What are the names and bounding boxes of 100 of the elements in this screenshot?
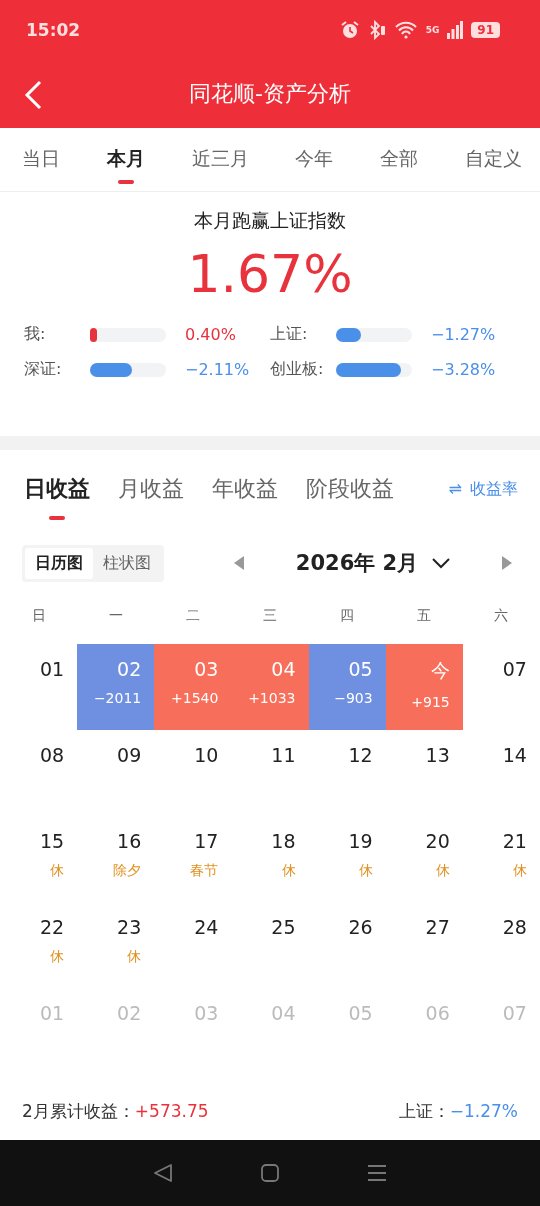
next-icon[interactable] bbox=[502, 556, 512, 570]
income-tab[interactable]: 月收益 bbox=[118, 474, 184, 520]
day-number: 07 bbox=[502, 1002, 527, 1024]
index-reading: 0.40% bbox=[185, 325, 237, 344]
day-number: 15 bbox=[39, 830, 65, 852]
calendar-day[interactable]: 18 休 bbox=[231, 816, 309, 902]
income-tab[interactable]: 日收益 bbox=[24, 474, 90, 520]
index-reading: −3.28% bbox=[431, 360, 497, 379]
view-option[interactable]: 日历图 bbox=[25, 547, 93, 579]
day-number: 08 bbox=[39, 744, 65, 766]
day-amount: −903 bbox=[334, 690, 373, 706]
calendar-day[interactable]: 19 休 bbox=[308, 816, 386, 902]
calendar-day[interactable]: 23 休 bbox=[77, 902, 155, 988]
signal-icon bbox=[447, 21, 464, 39]
weekday-label: 四 bbox=[339, 606, 356, 625]
index-reading: −2.11% bbox=[185, 360, 251, 379]
calendar-day[interactable]: 09 bbox=[77, 730, 155, 816]
calendar-day[interactable]: 25 bbox=[231, 902, 309, 988]
summary-value: 1.67% bbox=[187, 244, 353, 304]
calendar-day[interactable]: 20 休 bbox=[385, 816, 463, 902]
holiday-note: 休 bbox=[50, 862, 65, 880]
page-title: 同花顺-资产分析 bbox=[189, 80, 351, 108]
day-number: 04 bbox=[271, 1002, 296, 1024]
calendar-day[interactable]: 24 bbox=[154, 902, 232, 988]
calendar-day[interactable]: 22 休 bbox=[0, 902, 78, 988]
day-number: 09 bbox=[117, 744, 142, 766]
period-tab[interactable]: 今年 bbox=[295, 128, 334, 191]
home-icon[interactable] bbox=[260, 1163, 280, 1183]
total-label: 2月累计收益： bbox=[22, 1100, 135, 1121]
calendar-day[interactable]: 12 bbox=[308, 730, 386, 816]
weekday-label: 五 bbox=[416, 606, 433, 625]
day-number: 14 bbox=[502, 744, 527, 766]
calendar-day[interactable]: 08 bbox=[0, 730, 78, 816]
day-number: 17 bbox=[194, 830, 219, 852]
holiday-note: 除夕 bbox=[113, 862, 142, 880]
calendar-day[interactable]: 26 bbox=[308, 902, 386, 988]
weekday-label: 日 bbox=[30, 606, 47, 625]
day-number: 22 bbox=[39, 916, 65, 938]
calendar-day[interactable]: 11 bbox=[231, 730, 309, 816]
day-number: 01 bbox=[39, 1002, 65, 1024]
calendar-day[interactable]: 27 bbox=[385, 902, 463, 988]
weekday-label: 二 bbox=[184, 606, 201, 625]
day-number: 03 bbox=[194, 1002, 219, 1024]
calendar-day[interactable]: 10 bbox=[154, 730, 232, 816]
day-number: 24 bbox=[194, 916, 219, 938]
income-tab[interactable]: 年收益 bbox=[212, 474, 278, 520]
calendar-day[interactable]: 14 bbox=[462, 730, 540, 816]
calendar-day[interactable]: 07 bbox=[462, 644, 540, 730]
period-tab[interactable]: 自定义 bbox=[465, 128, 522, 191]
weekday-label: 六 bbox=[493, 606, 510, 625]
day-number: 07 bbox=[502, 658, 527, 680]
period-tab[interactable]: 本月 bbox=[106, 128, 145, 191]
day-number: 27 bbox=[425, 916, 450, 938]
day-number: 05 bbox=[348, 1002, 373, 1024]
period-tab[interactable]: 全部 bbox=[380, 128, 419, 191]
index-name: 我: bbox=[24, 324, 47, 345]
day-amount: −2011 bbox=[93, 690, 142, 706]
day-number: 03 bbox=[194, 658, 219, 680]
day-number: 28 bbox=[502, 916, 527, 938]
day-number: 26 bbox=[348, 916, 373, 938]
day-number: 02 bbox=[117, 1002, 142, 1024]
calendar-day[interactable]: 16 除夕 bbox=[77, 816, 155, 902]
holiday-note: 休 bbox=[358, 862, 373, 880]
weekday-label: 三 bbox=[261, 606, 278, 625]
summary-title: 本月跑赢上证指数 bbox=[194, 208, 346, 233]
calendar-day[interactable]: 15 休 bbox=[0, 816, 78, 902]
total-value: +573.75 bbox=[134, 1100, 209, 1121]
calendar-day[interactable]: 17 春节 bbox=[154, 816, 232, 902]
menu-icon[interactable] bbox=[366, 1163, 387, 1183]
previous-icon[interactable] bbox=[234, 556, 244, 570]
index-label: 上证： bbox=[398, 1100, 450, 1121]
weekday-label: 一 bbox=[107, 606, 124, 625]
month-selector[interactable]: 2026年 2月 bbox=[295, 549, 451, 577]
battery-level: 91 bbox=[471, 22, 500, 38]
view-option[interactable]: 柱状图 bbox=[93, 547, 161, 579]
index-reading: −1.27% bbox=[431, 325, 497, 344]
index-name: 创业板: bbox=[270, 359, 325, 380]
back-icon[interactable] bbox=[153, 1163, 174, 1183]
bluetooth-icon bbox=[367, 20, 386, 40]
network-label: 5G bbox=[425, 25, 440, 35]
day-number: 23 bbox=[117, 916, 142, 938]
holiday-note: 休 bbox=[512, 862, 527, 880]
day-number: 25 bbox=[271, 916, 296, 938]
wifi-icon bbox=[393, 21, 418, 39]
day-number: 12 bbox=[348, 744, 373, 766]
day-number: 11 bbox=[271, 744, 296, 766]
status-time: 15:02 bbox=[26, 20, 81, 40]
day-number: 21 bbox=[502, 830, 527, 852]
index-value: −1.27% bbox=[449, 1100, 518, 1121]
income-tab[interactable]: 阶段收益 bbox=[306, 474, 394, 520]
index-name: 深证: bbox=[24, 359, 63, 380]
calendar-day[interactable]: 28 bbox=[462, 902, 540, 988]
holiday-note: 春节 bbox=[190, 862, 219, 880]
period-tab[interactable]: 近三月 bbox=[191, 128, 249, 191]
holiday-note: 休 bbox=[281, 862, 296, 880]
calendar-day[interactable]: 01 bbox=[0, 644, 78, 730]
calendar-day[interactable]: 21 休 bbox=[462, 816, 540, 902]
calendar-day[interactable]: 13 bbox=[385, 730, 463, 816]
chevron-down-icon[interactable] bbox=[432, 557, 451, 569]
period-tab[interactable]: 当日 bbox=[22, 128, 60, 191]
